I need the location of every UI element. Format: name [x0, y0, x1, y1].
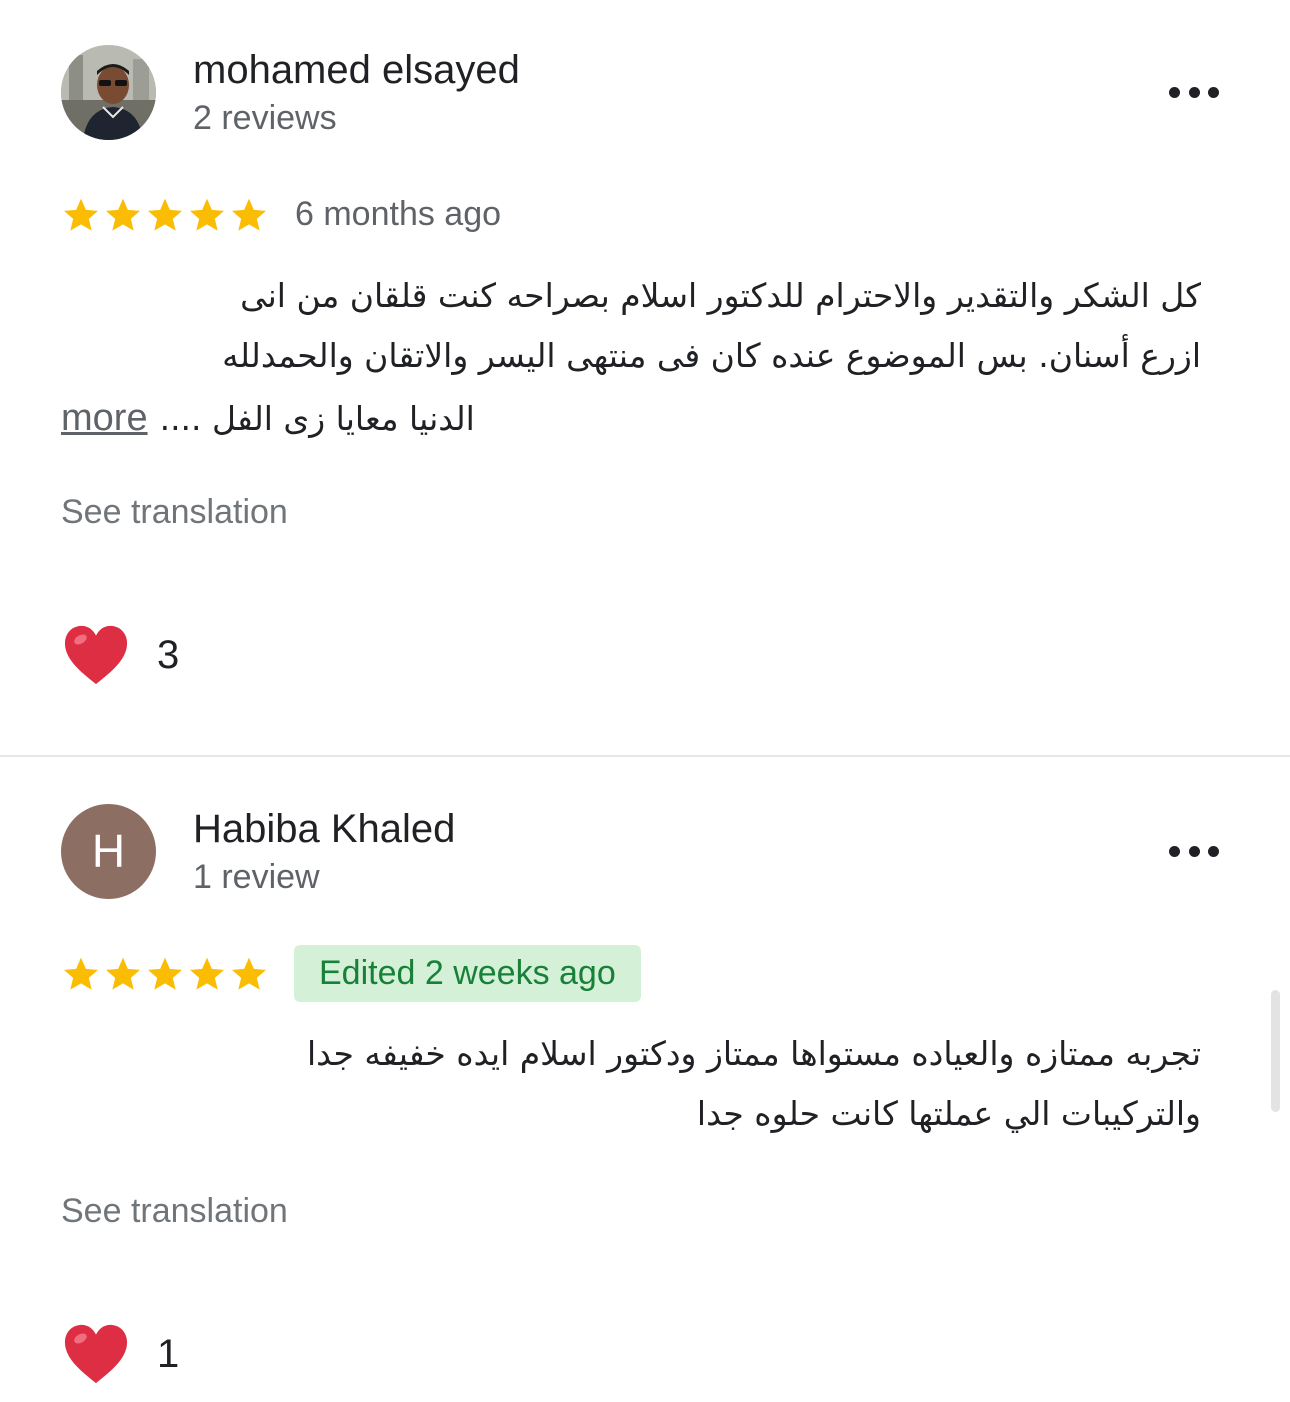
- star-icon: [148, 957, 182, 990]
- see-translation-link[interactable]: See translation: [61, 493, 288, 532]
- author-name[interactable]: Habiba Khaled: [193, 807, 455, 852]
- more-link[interactable]: more: [61, 397, 148, 440]
- more-vert-icon: [1188, 845, 1200, 857]
- review-time: 6 months ago: [295, 195, 502, 233]
- like-count: 3: [157, 632, 180, 677]
- more-vert-icon: [1208, 86, 1219, 98]
- heart-icon: [64, 1324, 128, 1384]
- review-text: كل الشكر والتقدير والاحترام للدكتور اسلا…: [61, 266, 1201, 386]
- star-rating: [61, 954, 269, 994]
- more-vert-icon: [1208, 845, 1219, 857]
- avatar[interactable]: [61, 45, 156, 140]
- more-vert-icon: [1169, 86, 1180, 98]
- review-text-line: والتركيبات الي عملتها كانت حلوه جدا: [696, 1094, 1201, 1133]
- heart-icon: [64, 625, 128, 685]
- author-name[interactable]: mohamed elsayed: [193, 48, 520, 93]
- see-translation-link[interactable]: See translation: [61, 1192, 288, 1231]
- like-button[interactable]: 3: [61, 622, 179, 688]
- more-options-button[interactable]: [1163, 836, 1225, 866]
- review-text-line: كل الشكر والتقدير والاحترام للدكتور اسلا…: [240, 276, 1201, 315]
- star-icon: [64, 198, 98, 231]
- star-icon: [190, 198, 224, 231]
- review-text-last-line: more الدنيا معايا زى الفل ....: [61, 388, 475, 448]
- star-icon: [148, 198, 182, 231]
- author-review-count[interactable]: 1 review: [193, 858, 320, 897]
- like-count: 1: [157, 1331, 180, 1376]
- review-card: mohamed elsayed 2 reviews 6 months ago ك…: [0, 0, 1290, 755]
- review-text-line: تجربه ممتازه والعياده مستواها ممتاز ودكت…: [306, 1034, 1201, 1073]
- star-icon: [232, 957, 266, 990]
- scrollbar[interactable]: [1271, 990, 1280, 1112]
- review-text-line: الدنيا معايا زى الفل ....: [159, 398, 475, 438]
- star-icon: [106, 198, 140, 231]
- star-icon: [106, 957, 140, 990]
- more-vert-icon: [1169, 845, 1180, 857]
- avatar[interactable]: H: [61, 804, 156, 899]
- review-text-line: ازرع أسنان. بس الموضوع عنده كان فى منتهى…: [222, 336, 1201, 375]
- more-vert-icon: [1188, 86, 1200, 98]
- star-rating: [61, 195, 269, 235]
- edited-time-badge: Edited 2 weeks ago: [294, 945, 641, 1002]
- profile-photo: [61, 45, 156, 140]
- star-icon: [232, 198, 266, 231]
- review-card: H Habiba Khaled 1 review Edited 2 weeks …: [0, 757, 1290, 1402]
- star-icon: [64, 957, 98, 990]
- more-options-button[interactable]: [1163, 77, 1225, 107]
- like-button[interactable]: 1: [61, 1321, 179, 1387]
- star-icon: [190, 957, 224, 990]
- review-text: تجربه ممتازه والعياده مستواها ممتاز ودكت…: [61, 1024, 1201, 1144]
- author-review-count[interactable]: 2 reviews: [193, 99, 337, 138]
